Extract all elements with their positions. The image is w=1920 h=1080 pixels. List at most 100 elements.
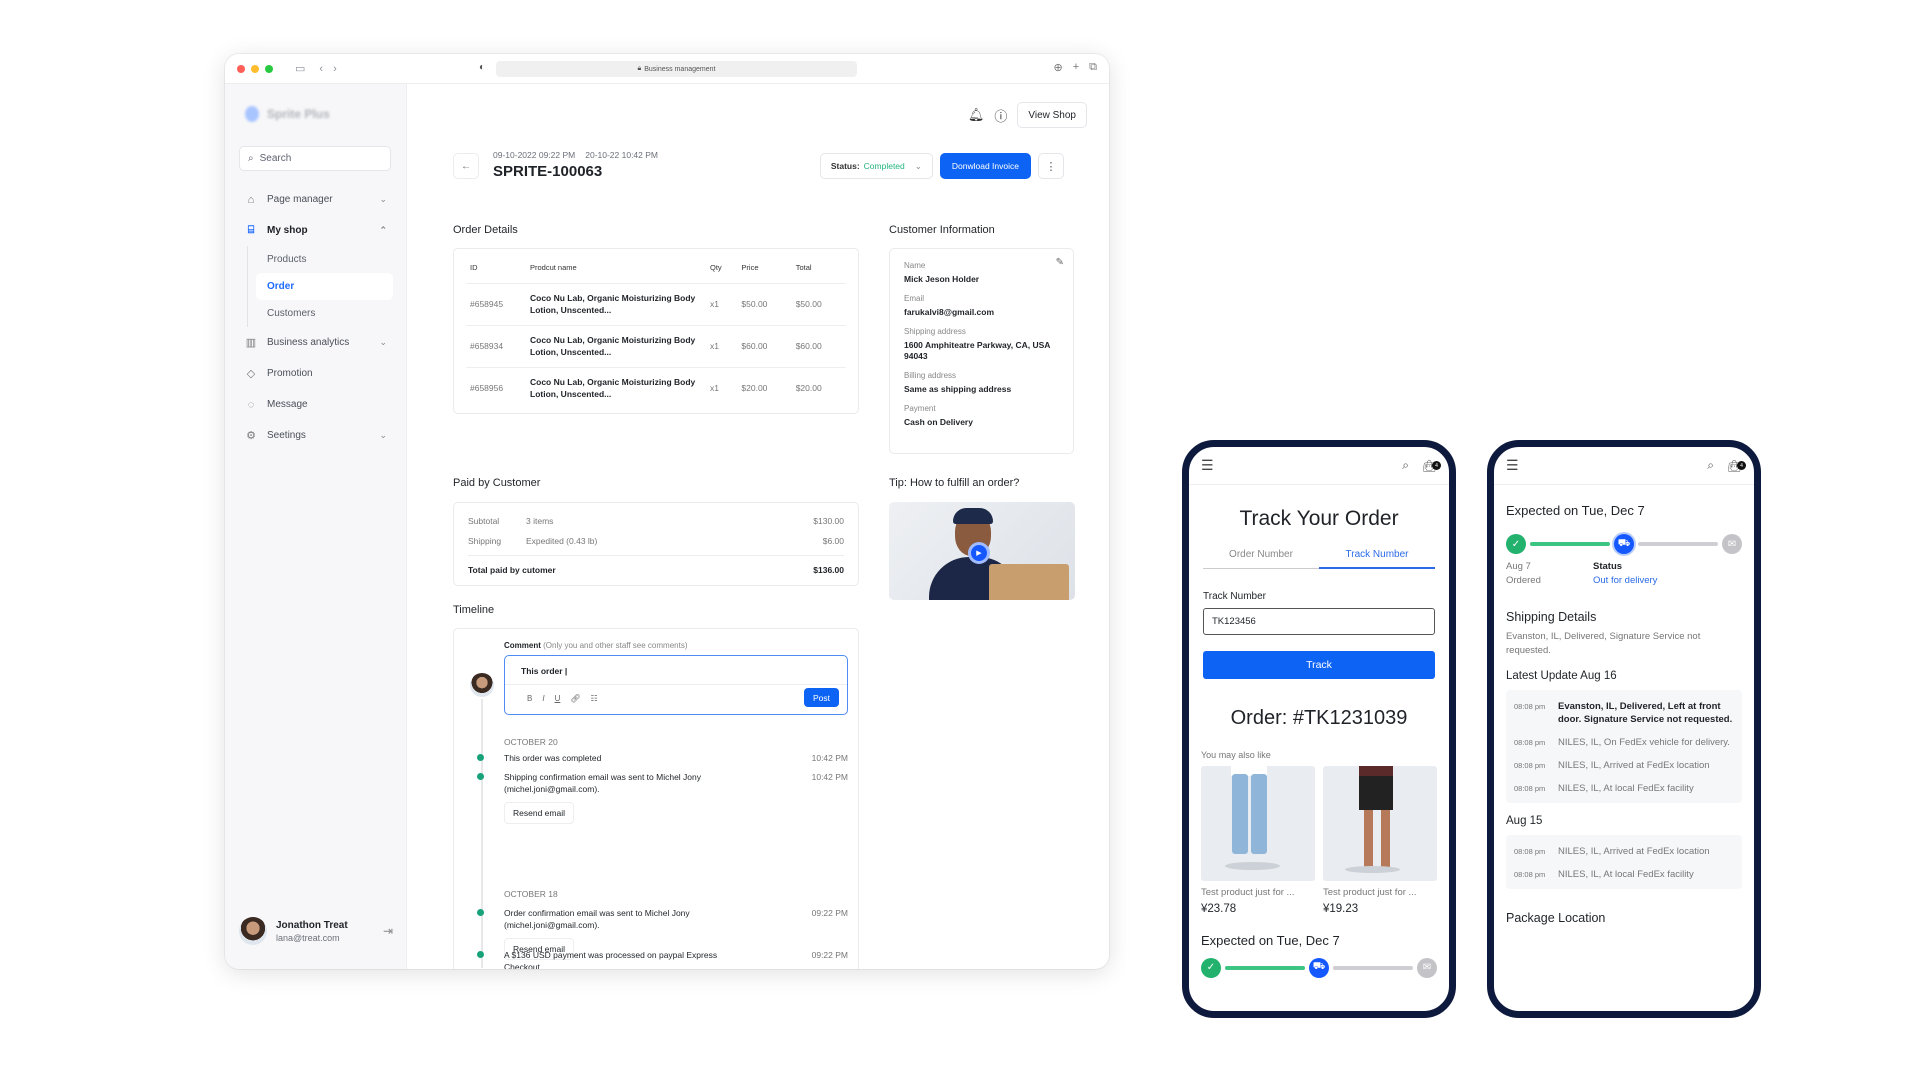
delivered-box-icon: ✉ xyxy=(1417,957,1437,978)
timeline-event: Shipping confirmation email was sent to … xyxy=(477,771,848,824)
browser-titlebar: ▭ ‹ › ◐ 🔒︎ Business management ⊕ + ⧉ xyxy=(225,54,1109,84)
customer-field-label: Shipping address xyxy=(904,327,966,336)
search-input[interactable]: ⌕ Search xyxy=(239,146,391,171)
event-time: 09:22 PM xyxy=(811,908,848,918)
resend-email-button[interactable]: Resend email xyxy=(504,802,574,824)
brand-logo[interactable]: Sprite Plus xyxy=(245,106,330,122)
chevron-down-icon: ⌄ xyxy=(379,430,387,440)
arrow-left-icon: ← xyxy=(461,160,471,172)
back-nav-icon[interactable]: ‹ xyxy=(319,63,323,75)
forward-nav-icon[interactable]: › xyxy=(333,63,337,75)
link-icon[interactable]: 🔗︎ xyxy=(570,694,580,703)
hamburger-menu-icon[interactable]: ☰ xyxy=(1506,457,1519,474)
sidebar-item-label: Page manager xyxy=(267,194,333,205)
check-icon: ✓ xyxy=(1506,534,1526,554)
more-options-button[interactable]: ⋮ xyxy=(1038,153,1064,179)
item-id: #658945 xyxy=(466,283,526,326)
product-price: ¥19.23 xyxy=(1323,902,1359,915)
help-icon[interactable]: ⓘ xyxy=(994,106,1007,125)
track-button[interactable]: Track xyxy=(1203,650,1435,679)
sidebar-item-customers[interactable]: Customers xyxy=(256,300,393,327)
product-pants-right xyxy=(1251,773,1267,854)
progress-labels: Aug 7 Ordered Status Out for delivery xyxy=(1506,560,1742,588)
sidebar-item-products[interactable]: Products xyxy=(256,246,393,273)
sidebar-item-message[interactable]: ◌ Message xyxy=(239,389,393,420)
customer-field-label: Payment xyxy=(904,404,936,413)
bell-icon[interactable]: 🔔︎ xyxy=(968,107,985,123)
address-bar[interactable]: 🔒︎ Business management xyxy=(496,61,857,77)
previous-update-title: Aug 15 xyxy=(1506,815,1543,827)
sidebar-item-label: Message xyxy=(267,399,308,410)
product-image xyxy=(1201,765,1315,881)
update-text: NILES, IL, On FedEx vehicle for delivery… xyxy=(1558,737,1730,748)
sidebar-item-settings[interactable]: ⚙ Seetings ⌄ xyxy=(239,420,393,451)
update-time: 08:08 pm xyxy=(1514,702,1546,711)
download-icon[interactable]: ⊕ xyxy=(1053,61,1062,74)
back-button[interactable]: ← xyxy=(453,153,479,179)
download-invoice-button[interactable]: Donwload Invoice xyxy=(939,153,1031,179)
hamburger-menu-icon[interactable]: ☰ xyxy=(1201,457,1214,474)
truck-icon: ⛟ xyxy=(1614,534,1634,554)
sidebar-item-page-manager[interactable]: ⌂ Page manager ⌄ xyxy=(239,184,393,215)
timeline-event: A $136 USD payment was processed on payp… xyxy=(477,949,848,969)
item-id: #658934 xyxy=(466,325,526,368)
user-profile[interactable]: Jonathon Treat lana@treat.com ⇥ xyxy=(239,917,393,945)
product-card[interactable]: Test product just for ... ¥19.23 xyxy=(1323,765,1437,915)
customer-field-value: farukalvi8@gmail.com xyxy=(904,307,995,317)
update-time: 08:08 pm xyxy=(1514,738,1546,747)
kebab-icon: ⋮ xyxy=(1045,160,1057,173)
edit-icon[interactable]: ✎ xyxy=(1056,257,1064,268)
product-card[interactable]: Test product just for ... ¥23.78 xyxy=(1201,765,1315,915)
total-row: Total paid by cutomer $136.00 xyxy=(468,555,844,583)
search-icon[interactable]: ⌕ xyxy=(1402,458,1409,473)
table-row[interactable]: #658934 Coco Nu Lab, Organic Moisturizing… xyxy=(466,325,846,368)
close-window-button[interactable] xyxy=(237,64,245,73)
italic-icon[interactable]: I xyxy=(542,694,544,703)
bold-icon[interactable]: B xyxy=(527,694,532,703)
status-value: Out for delivery xyxy=(1593,575,1658,586)
shop-icon: ⌸ xyxy=(247,224,255,236)
item-qty: x1 xyxy=(706,325,738,368)
tabs-overview-icon[interactable]: ⧉ xyxy=(1089,61,1097,74)
view-shop-button[interactable]: View Shop xyxy=(1017,102,1087,128)
status-dropdown[interactable]: Status: Completed ⌄ xyxy=(819,153,933,179)
play-icon[interactable]: ▶ xyxy=(968,542,990,564)
customer-field-label: Billing address xyxy=(904,371,957,380)
product-shadow xyxy=(1225,861,1280,870)
tip-video-thumbnail[interactable]: ▶ xyxy=(889,502,1075,600)
avatar xyxy=(239,917,267,945)
column-header: Price xyxy=(737,253,792,284)
update-row: 08:08 pm NILES, IL, At local FedEx facili… xyxy=(1506,864,1742,887)
product-top xyxy=(1359,765,1393,776)
sidebar-item-my-shop[interactable]: ⌸ My shop ⌃ xyxy=(239,215,393,246)
item-name: Coco Nu Lab, Organic Moisturizing Body L… xyxy=(526,325,706,368)
sidebar-toggle-icon[interactable]: ▭ xyxy=(295,62,305,75)
previous-updates-card: 08:08 pm NILES, IL, Arrived at FedEx loca… xyxy=(1506,835,1742,889)
table-row[interactable]: #658956 Coco Nu Lab, Organic Moisturizing… xyxy=(466,367,846,409)
new-tab-icon[interactable]: + xyxy=(1073,61,1079,74)
maximize-window-button[interactable] xyxy=(265,64,273,73)
table-row[interactable]: #658945 Coco Nu Lab, Organic Moisturizing… xyxy=(466,283,846,326)
sidebar-item-promotion[interactable]: ◇ Promotion xyxy=(239,358,393,389)
analytics-icon: ▥ xyxy=(245,337,257,349)
timeline-event: This order was completed 10:42 PM xyxy=(477,752,848,764)
tab-order-number[interactable]: Order Number xyxy=(1203,549,1319,568)
customer-field-value: Mick Jeson Holder xyxy=(904,274,980,284)
user-name: Jonathon Treat xyxy=(276,919,348,931)
shield-icon[interactable]: ◐ xyxy=(479,62,485,73)
tab-track-number[interactable]: Track Number xyxy=(1319,549,1435,569)
search-icon[interactable]: ⌕ xyxy=(1707,458,1714,473)
comment-label: Comment (Only you and other staff see co… xyxy=(504,641,688,650)
underline-icon[interactable]: U xyxy=(555,694,561,703)
sidebar-item-order[interactable]: Order xyxy=(256,273,393,300)
update-row: 08:08 pm NILES, IL, Arrived at FedEx loca… xyxy=(1506,755,1742,778)
update-row: 08:08 pm Evanston, IL, Delivered, Left at… xyxy=(1506,696,1742,732)
truck-icon: ⛟ xyxy=(1309,957,1329,978)
track-number-input[interactable]: TK123456 xyxy=(1203,607,1435,635)
logout-icon[interactable]: ⇥ xyxy=(383,924,393,938)
sidebar-item-business-analytics[interactable]: ▥ Business analytics ⌄ xyxy=(239,327,393,358)
post-button[interactable]: Post xyxy=(803,688,839,707)
list-icon[interactable]: ☷ xyxy=(591,694,598,703)
minimize-window-button[interactable] xyxy=(251,64,259,73)
comment-input[interactable]: This order | B I U 🔗︎ ☷ Post xyxy=(504,655,848,715)
